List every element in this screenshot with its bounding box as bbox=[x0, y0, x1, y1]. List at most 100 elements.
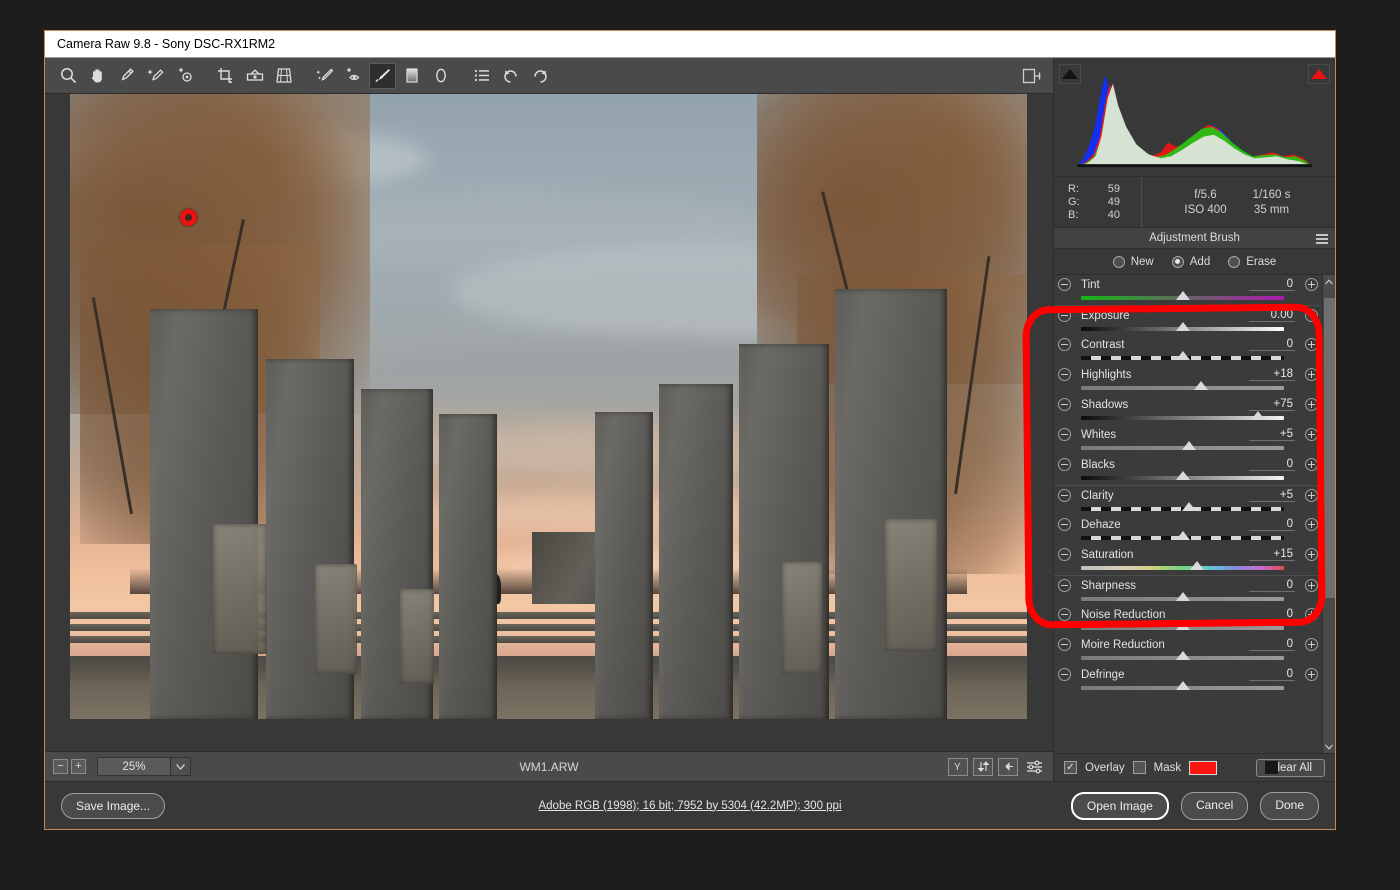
slider-row-noise-reduction[interactable]: Noise Reduction 0 bbox=[1054, 605, 1322, 635]
brush-mode-add[interactable]: Add bbox=[1171, 255, 1210, 268]
slider-value-tint[interactable]: 0 bbox=[1249, 278, 1295, 291]
straighten-tool[interactable] bbox=[241, 63, 268, 89]
slider-thumb-tint[interactable] bbox=[1175, 291, 1190, 300]
slider-value-shadows[interactable]: +75 bbox=[1249, 398, 1295, 411]
adjustment-brush-pin[interactable] bbox=[180, 209, 197, 226]
slider-thumb-exposure[interactable] bbox=[1175, 322, 1190, 331]
slider-value-dehaze[interactable]: 0 bbox=[1249, 518, 1295, 531]
increment-saturation-icon[interactable] bbox=[1305, 548, 1318, 561]
decrement-exposure-icon[interactable] bbox=[1058, 309, 1071, 322]
rotate-preview-icon[interactable]: Y bbox=[948, 757, 968, 776]
slider-value-moire-reduction[interactable]: 0 bbox=[1249, 638, 1295, 651]
slider-thumb-blacks[interactable] bbox=[1175, 471, 1190, 480]
increment-highlights-icon[interactable] bbox=[1305, 368, 1318, 381]
resize-corner[interactable] bbox=[1265, 761, 1278, 774]
mask-color-swatch[interactable] bbox=[1189, 760, 1218, 775]
slider-value-blacks[interactable]: 0 bbox=[1249, 458, 1295, 471]
shadow-clipping-indicator[interactable] bbox=[1059, 64, 1081, 84]
slider-row-tint[interactable]: Tint 0 bbox=[1054, 275, 1322, 305]
decrement-moire-reduction-icon[interactable] bbox=[1058, 638, 1071, 651]
slider-value-exposure[interactable]: 0.00 bbox=[1249, 309, 1295, 322]
scrollbar-thumb[interactable] bbox=[1324, 298, 1335, 598]
slider-thumb-shadows[interactable] bbox=[1250, 411, 1265, 420]
decrement-whites-icon[interactable] bbox=[1058, 428, 1071, 441]
increment-noise-reduction-icon[interactable] bbox=[1305, 608, 1318, 621]
slider-value-saturation[interactable]: +15 bbox=[1249, 548, 1295, 561]
decrement-noise-reduction-icon[interactable] bbox=[1058, 608, 1071, 621]
slider-thumb-contrast[interactable] bbox=[1175, 351, 1190, 360]
increment-clarity-icon[interactable] bbox=[1305, 489, 1318, 502]
panel-scrollbar[interactable] bbox=[1322, 275, 1335, 753]
slider-row-shadows[interactable]: Shadows +75 bbox=[1054, 395, 1322, 425]
presets-tool[interactable] bbox=[468, 63, 495, 89]
filmstrip-toggle-icon[interactable] bbox=[1019, 63, 1045, 89]
slider-row-dehaze[interactable]: Dehaze 0 bbox=[1054, 515, 1322, 545]
increment-shadows-icon[interactable] bbox=[1305, 398, 1318, 411]
slider-value-contrast[interactable]: 0 bbox=[1249, 338, 1295, 351]
panel-menu-icon[interactable] bbox=[1316, 233, 1328, 244]
decrement-defringe-icon[interactable] bbox=[1058, 668, 1071, 681]
decrement-shadows-icon[interactable] bbox=[1058, 398, 1071, 411]
decrement-blacks-icon[interactable] bbox=[1058, 458, 1071, 471]
slider-value-clarity[interactable]: +5 bbox=[1249, 489, 1295, 502]
slider-thumb-noise-reduction[interactable] bbox=[1175, 621, 1190, 630]
mask-checkbox[interactable] bbox=[1132, 761, 1146, 774]
targeted-adjustment-tool[interactable] bbox=[171, 63, 198, 89]
zoom-level-select[interactable]: 25% bbox=[97, 757, 191, 776]
increment-contrast-icon[interactable] bbox=[1305, 338, 1318, 351]
scroll-up-arrow[interactable] bbox=[1325, 275, 1333, 288]
slider-value-whites[interactable]: +5 bbox=[1249, 428, 1295, 441]
cancel-button[interactable]: Cancel bbox=[1180, 791, 1249, 820]
red-eye-removal-tool[interactable] bbox=[340, 63, 367, 89]
decrement-highlights-icon[interactable] bbox=[1058, 368, 1071, 381]
increment-defringe-icon[interactable] bbox=[1305, 668, 1318, 681]
slider-row-highlights[interactable]: Highlights +18 bbox=[1054, 365, 1322, 395]
decrement-sharpness-icon[interactable] bbox=[1058, 579, 1071, 592]
slider-row-clarity[interactable]: Clarity +5 bbox=[1054, 485, 1322, 515]
done-button[interactable]: Done bbox=[1260, 791, 1319, 820]
preferences-icon[interactable] bbox=[1023, 758, 1045, 776]
increment-sharpness-icon[interactable] bbox=[1305, 579, 1318, 592]
scroll-down-arrow[interactable] bbox=[1325, 740, 1333, 753]
chevron-down-icon[interactable] bbox=[170, 758, 190, 775]
crop-tool[interactable] bbox=[212, 63, 239, 89]
scrollbar-track[interactable] bbox=[1323, 288, 1335, 740]
decrement-clarity-icon[interactable] bbox=[1058, 489, 1071, 502]
slider-row-defringe[interactable]: Defringe 0 bbox=[1054, 665, 1322, 695]
slider-value-sharpness[interactable]: 0 bbox=[1249, 579, 1295, 592]
slider-thumb-whites[interactable] bbox=[1181, 441, 1196, 450]
slider-thumb-dehaze[interactable] bbox=[1175, 531, 1190, 540]
zoom-out-button[interactable]: − bbox=[53, 759, 68, 774]
transform-tool[interactable] bbox=[270, 63, 297, 89]
radial-filter-tool[interactable] bbox=[427, 63, 454, 89]
increment-dehaze-icon[interactable] bbox=[1305, 518, 1318, 531]
image-canvas-area[interactable] bbox=[45, 94, 1053, 751]
spot-removal-tool[interactable] bbox=[311, 63, 338, 89]
slider-row-blacks[interactable]: Blacks 0 bbox=[1054, 455, 1322, 485]
color-sampler-tool[interactable] bbox=[142, 63, 169, 89]
decrement-dehaze-icon[interactable] bbox=[1058, 518, 1071, 531]
slider-thumb-clarity[interactable] bbox=[1181, 502, 1196, 511]
slider-track-highlights[interactable] bbox=[1081, 386, 1284, 390]
slider-thumb-moire-reduction[interactable] bbox=[1175, 651, 1190, 660]
graduated-filter-tool[interactable] bbox=[398, 63, 425, 89]
slider-value-defringe[interactable]: 0 bbox=[1249, 668, 1295, 681]
adjustment-brush-tool[interactable] bbox=[369, 62, 396, 89]
slider-value-noise-reduction[interactable]: 0 bbox=[1249, 608, 1295, 621]
save-image-button[interactable]: Save Image... bbox=[61, 792, 166, 819]
increment-whites-icon[interactable] bbox=[1305, 428, 1318, 441]
slider-thumb-sharpness[interactable] bbox=[1175, 592, 1190, 601]
open-image-button[interactable]: Open Image bbox=[1070, 791, 1169, 820]
slider-thumb-defringe[interactable] bbox=[1175, 681, 1190, 690]
slider-value-highlights[interactable]: +18 bbox=[1249, 368, 1295, 381]
decrement-contrast-icon[interactable] bbox=[1058, 338, 1071, 351]
slider-thumb-saturation[interactable] bbox=[1189, 561, 1204, 570]
slider-row-whites[interactable]: Whites +5 bbox=[1054, 425, 1322, 455]
rotate-counterclockwise-tool[interactable] bbox=[497, 63, 524, 89]
slider-row-saturation[interactable]: Saturation +15 bbox=[1054, 545, 1322, 575]
brush-mode-erase[interactable]: Erase bbox=[1228, 255, 1276, 268]
brush-mode-new[interactable]: New bbox=[1112, 255, 1154, 268]
decrement-tint-icon[interactable] bbox=[1058, 278, 1071, 291]
zoom-in-button[interactable]: + bbox=[71, 759, 86, 774]
slider-row-moire-reduction[interactable]: Moire Reduction 0 bbox=[1054, 635, 1322, 665]
